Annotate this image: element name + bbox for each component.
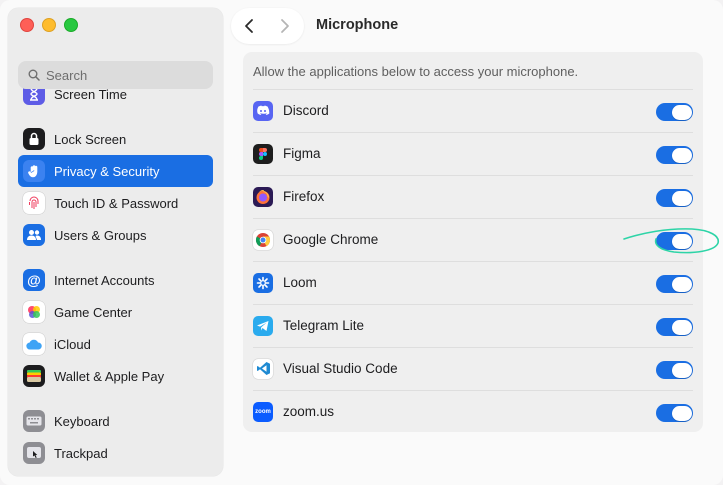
row-divider — [253, 89, 693, 90]
loom-toggle[interactable] — [656, 275, 693, 293]
app-row-loom: Loom — [243, 261, 703, 304]
zoom-toggle[interactable] — [656, 404, 693, 422]
zoom-button[interactable] — [64, 18, 78, 32]
row-divider — [253, 175, 693, 176]
fingerprint-icon — [23, 192, 45, 214]
app-row-zoom: zoom zoom.us — [243, 390, 703, 433]
app-name: Visual Studio Code — [283, 361, 398, 376]
sidebar-item-label: Game Center — [54, 304, 133, 320]
forward-icon — [281, 19, 289, 33]
search-placeholder: Search — [46, 67, 88, 83]
sidebar-item-game-center[interactable]: Game Center — [18, 296, 213, 328]
sidebar-item-icloud[interactable]: iCloud — [18, 328, 213, 360]
row-divider — [253, 390, 693, 391]
sidebar-item-label: Lock Screen — [54, 131, 127, 147]
sidebar: Search Screen Time Lock Screen Privacy &… — [8, 8, 223, 476]
keyboard-icon — [23, 410, 45, 432]
app-row-telegram-lite: Telegram Lite — [243, 304, 703, 347]
discord-toggle[interactable] — [656, 103, 693, 121]
sidebar-item-label: Users & Groups — [54, 227, 147, 243]
sidebar-item-keyboard[interactable]: Keyboard — [18, 405, 213, 437]
telegram-icon — [253, 315, 273, 336]
row-divider — [253, 218, 693, 219]
sidebar-item-label: Privacy & Security — [54, 163, 160, 179]
figma-icon — [253, 143, 273, 164]
sidebar-item-label: Trackpad — [54, 445, 108, 461]
app-name: Telegram Lite — [283, 318, 365, 333]
page-title: Microphone — [316, 17, 399, 33]
toggle-knob — [671, 405, 692, 421]
cloud-icon — [23, 333, 45, 355]
close-button[interactable] — [20, 18, 34, 32]
sidebar-item-label: iCloud — [54, 336, 91, 352]
sidebar-item-internet-accounts[interactable]: @ Internet Accounts — [18, 264, 213, 296]
telegram-lite-toggle[interactable] — [656, 318, 693, 336]
zoom-icon: zoom — [253, 401, 273, 422]
hand-icon — [23, 160, 45, 182]
firefox-toggle[interactable] — [656, 189, 693, 207]
at-icon: @ — [23, 269, 45, 291]
loom-icon — [253, 272, 273, 293]
app-name: Google Chrome — [283, 232, 379, 247]
sidebar-item-trackpad[interactable]: Trackpad — [18, 437, 213, 469]
chrome-icon — [253, 229, 273, 250]
app-name: Discord — [283, 103, 329, 118]
row-divider — [253, 132, 693, 133]
zoom-icon-text: zoom — [255, 408, 271, 415]
row-divider — [253, 347, 693, 348]
app-row-discord: Discord — [243, 89, 703, 132]
app-row-google-chrome: Google Chrome — [243, 218, 703, 261]
firefox-icon — [253, 186, 273, 207]
vscode-icon — [253, 358, 273, 379]
app-row-visual-studio-code: Visual Studio Code — [243, 347, 703, 390]
window-controls — [20, 18, 78, 32]
sidebar-item-label: Wallet & Apple Pay — [54, 368, 165, 384]
game-center-icon — [23, 301, 45, 323]
panel-description: Allow the applications below to access y… — [253, 64, 579, 79]
sidebar-item-lock-screen[interactable]: Lock Screen — [18, 123, 213, 155]
sidebar-item-users-groups[interactable]: Users & Groups — [18, 219, 213, 251]
microphone-access-panel: Allow the applications below to access y… — [243, 52, 703, 432]
google-chrome-toggle[interactable] — [656, 232, 693, 250]
app-name: Figma — [283, 146, 321, 161]
sidebar-item-label: Keyboard — [54, 413, 110, 429]
users-icon — [23, 224, 45, 246]
trackpad-icon — [23, 442, 45, 464]
forward-button[interactable] — [267, 8, 303, 44]
settings-window: Search Screen Time Lock Screen Privacy &… — [0, 0, 723, 485]
wallet-icon — [23, 365, 45, 387]
toggle-knob — [671, 276, 692, 292]
app-name: Loom — [283, 275, 317, 290]
app-name: zoom.us — [283, 404, 335, 419]
lock-icon — [23, 128, 45, 150]
app-row-firefox: Firefox — [243, 175, 703, 218]
navigation-buttons — [231, 8, 304, 44]
search-field[interactable]: Search — [18, 61, 213, 89]
toggle-knob — [671, 104, 692, 120]
sidebar-item-privacy-security[interactable]: Privacy & Security — [18, 155, 213, 187]
toggle-knob — [671, 233, 692, 249]
toggle-knob — [671, 319, 692, 335]
search-icon — [28, 69, 40, 81]
toggle-knob — [671, 190, 692, 206]
sidebar-item-label: Touch ID & Password — [54, 195, 179, 211]
back-button[interactable] — [231, 8, 267, 44]
back-icon — [245, 19, 253, 33]
minimize-button[interactable] — [42, 18, 56, 32]
row-divider — [253, 304, 693, 305]
toggle-knob — [671, 147, 692, 163]
row-divider — [253, 261, 693, 262]
sidebar-item-touch-id[interactable]: Touch ID & Password — [18, 187, 213, 219]
discord-icon — [253, 100, 273, 121]
toggle-knob — [671, 362, 692, 378]
app-name: Firefox — [283, 189, 325, 204]
figma-toggle[interactable] — [656, 146, 693, 164]
app-row-figma: Figma — [243, 132, 703, 175]
sidebar-item-wallet[interactable]: Wallet & Apple Pay — [18, 360, 213, 392]
visual-studio-code-toggle[interactable] — [656, 361, 693, 379]
sidebar-item-label: Internet Accounts — [54, 272, 155, 288]
